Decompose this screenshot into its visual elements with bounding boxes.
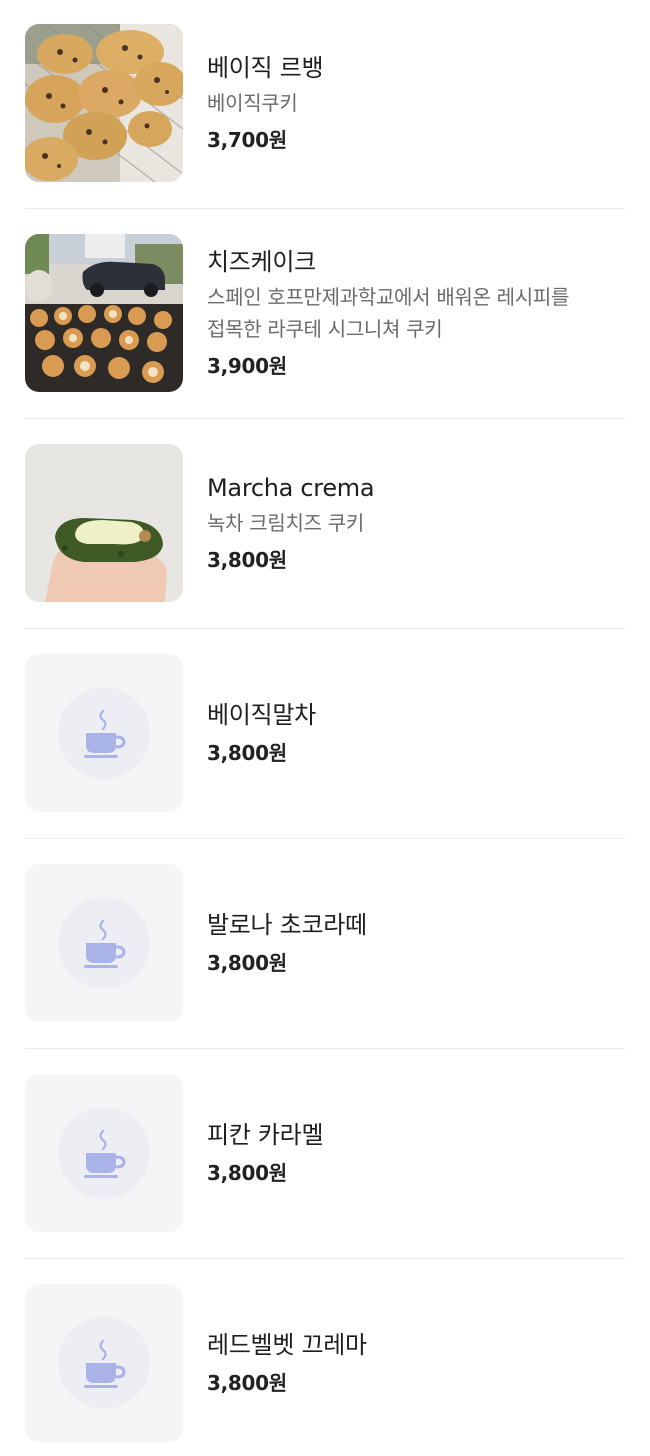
menu-item-cheesecake[interactable]: 치즈케이크 스페인 호프만제과학교에서 배워온 레시피를 접목한 라쿠테 시그니… — [25, 234, 625, 392]
image-placeholder — [25, 864, 183, 1022]
menu-item-pecan-caramel[interactable]: 피칸 카라멜 3,800원 — [25, 1074, 625, 1232]
placeholder-circle — [58, 687, 150, 779]
coffee-cup-icon — [84, 1339, 126, 1388]
menu-item-name: 베이직말차 — [207, 701, 316, 729]
menu-item-info: 피칸 카라멜 3,800원 — [207, 1118, 324, 1188]
menu-item-info: 레드벨벳 끄레마 3,800원 — [207, 1328, 367, 1398]
divider — [25, 208, 625, 209]
coffee-cup-icon — [84, 1129, 126, 1178]
placeholder-circle — [58, 1107, 150, 1199]
coffee-cup-icon — [84, 709, 126, 758]
divider — [25, 1048, 625, 1049]
image-placeholder — [25, 1284, 183, 1442]
menu-item-description: 스페인 호프만제과학교에서 배워온 레시피를 접목한 라쿠테 시그니쳐 쿠키 — [207, 285, 570, 341]
menu-item-marcha-crema[interactable]: Marcha crema 녹차 크림치즈 쿠키 3,800원 — [25, 444, 625, 602]
image-placeholder — [25, 1074, 183, 1232]
divider — [25, 838, 625, 839]
menu-item-info: Marcha crema 녹차 크림치즈 쿠키 3,800원 — [207, 471, 375, 575]
menu-item-info: 베이직말차 3,800원 — [207, 698, 316, 768]
menu-item-basic-levain[interactable]: 베이직 르뱅 베이직쿠키 3,700원 — [25, 24, 625, 182]
menu-item-info: 발로나 초코라떼 3,800원 — [207, 908, 367, 978]
menu-item-price: 3,700원 — [207, 128, 287, 152]
menu-item-info: 베이직 르뱅 베이직쿠키 3,700원 — [207, 51, 324, 155]
menu-item-price: 3,800원 — [207, 548, 287, 572]
placeholder-circle — [58, 1317, 150, 1409]
menu-item-red-velvet-crema[interactable]: 레드벨벳 끄레마 3,800원 — [25, 1284, 625, 1442]
divider — [25, 418, 625, 419]
menu-item-name: 레드벨벳 끄레마 — [207, 1331, 367, 1359]
menu-item-valrhona-choco-latte[interactable]: 발로나 초코라떼 3,800원 — [25, 864, 625, 1022]
menu-item-name: 피칸 카라멜 — [207, 1121, 324, 1149]
menu-item-name: 발로나 초코라떼 — [207, 911, 367, 939]
menu-item-price: 3,800원 — [207, 951, 287, 975]
cookie-tray-photo — [25, 24, 183, 182]
menu-item-name: 베이직 르뱅 — [207, 54, 324, 82]
menu-list: 베이직 르뱅 베이직쿠키 3,700원 치즈케이크 스페인 호프만제과학교에서 … — [0, 0, 650, 1456]
coffee-cup-icon — [84, 919, 126, 968]
menu-item-info: 치즈케이크 스페인 호프만제과학교에서 배워온 레시피를 접목한 라쿠테 시그니… — [207, 245, 569, 381]
placeholder-circle — [58, 897, 150, 989]
divider — [25, 1258, 625, 1259]
menu-item-price: 3,900원 — [207, 354, 287, 378]
menu-item-name: 치즈케이크 — [207, 248, 316, 276]
menu-item-basic-matcha[interactable]: 베이직말차 3,800원 — [25, 654, 625, 812]
menu-item-description: 베이직쿠키 — [207, 91, 298, 115]
image-placeholder — [25, 654, 183, 812]
divider — [25, 628, 625, 629]
menu-item-name: Marcha crema — [207, 474, 375, 502]
menu-item-price: 3,800원 — [207, 1161, 287, 1185]
menu-item-price: 3,800원 — [207, 741, 287, 765]
menu-item-price: 3,800원 — [207, 1371, 287, 1395]
matcha-cookie-photo — [25, 444, 183, 602]
menu-item-description: 녹차 크림치즈 쿠키 — [207, 511, 364, 535]
cheesecake-cookies-photo — [25, 234, 183, 392]
